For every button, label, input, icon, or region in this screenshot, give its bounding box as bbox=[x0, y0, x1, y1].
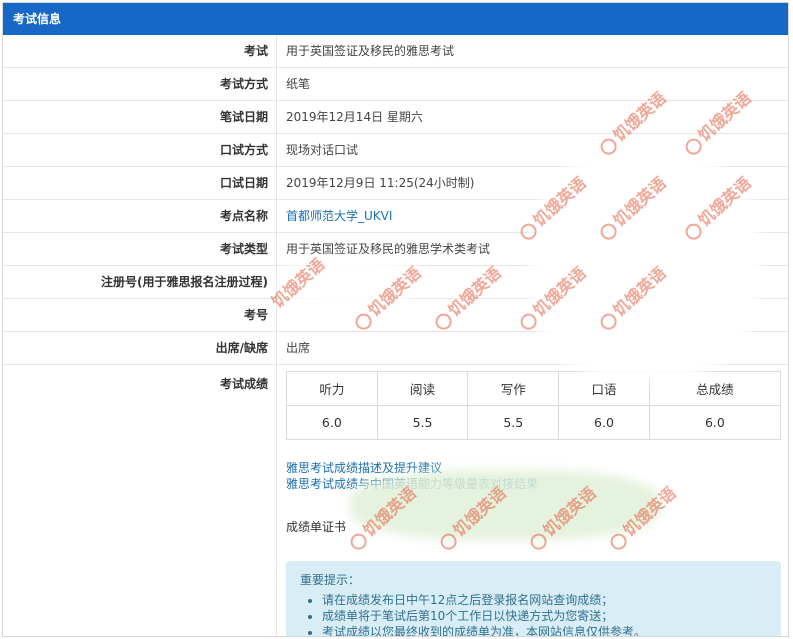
notice-item: 成绩单将于笔试后第10个工作日以快递方式为您寄送； bbox=[322, 608, 767, 624]
row-registration-number: 注册号(用于雅思报名注册过程) bbox=[3, 266, 788, 299]
row-value: 2019年12月14日 星期六 bbox=[286, 110, 423, 124]
row-value: 首都师范大学_UKVI bbox=[277, 200, 788, 232]
score-table-header: 听力 阅读 写作 口语 总成绩 bbox=[286, 371, 782, 406]
score-description-link[interactable]: 雅思考试成绩描述及提升建议 bbox=[286, 460, 788, 476]
row-test-center: 考点名称 首都师范大学_UKVI bbox=[3, 200, 788, 233]
row-attendance: 出席/缺席 出席 bbox=[3, 332, 788, 365]
row-label: 口试日期 bbox=[3, 167, 277, 199]
row-speaking-method: 口试方式 现场对话口试 bbox=[3, 134, 788, 167]
score-header-reading: 阅读 bbox=[376, 371, 469, 406]
test-center-link[interactable]: 首都师范大学_UKVI bbox=[286, 209, 392, 223]
row-label: 考点名称 bbox=[3, 200, 277, 232]
row-value: 2019年12月9日 11:25(24小时制) bbox=[286, 176, 475, 190]
important-notice: 重要提示： 请在成绩发布日中午12点之后登录报名网站查询成绩； 成绩单将于笔试后… bbox=[286, 561, 781, 636]
row-value: 纸笔 bbox=[286, 77, 311, 91]
score-header-speaking: 口语 bbox=[558, 371, 650, 406]
exam-info-panel: 考试信息 考试 用于英国签证及移民的雅思考试 考试方式 纸笔 笔试日期 2019… bbox=[2, 2, 789, 637]
score-links: 雅思考试成绩描述及提升建议 雅思考试成绩与中国英语能力等级量表对接结果 bbox=[286, 460, 788, 492]
row-label: 考试方式 bbox=[3, 68, 277, 100]
row-exam: 考试 用于英国签证及移民的雅思考试 bbox=[3, 35, 788, 68]
notice-title: 重要提示： bbox=[300, 573, 361, 587]
row-label: 考试 bbox=[3, 35, 277, 67]
score-writing: 5.5 bbox=[467, 405, 560, 440]
row-value: 现场对话口试 bbox=[286, 143, 359, 157]
row-value: 出席 bbox=[286, 341, 311, 355]
row-exam-type: 考试类型 用于英国签证及移民的雅思学术类考试 bbox=[3, 233, 788, 266]
score-listening: 6.0 bbox=[286, 405, 378, 440]
notice-item: 请在成绩发布日中午12点之后登录报名网站查询成绩； bbox=[322, 592, 767, 608]
score-overall: 6.0 bbox=[648, 405, 782, 440]
row-scores: 考试成绩 听力 阅读 写作 口语 总成绩 6.0 5.5 5.5 6.0 6.0 bbox=[3, 365, 788, 636]
panel-title: 考试信息 bbox=[3, 3, 788, 35]
notice-list: 请在成绩发布日中午12点之后登录报名网站查询成绩； 成绩单将于笔试后第10个工作… bbox=[300, 592, 767, 636]
row-written-date: 笔试日期 2019年12月14日 星期六 bbox=[3, 101, 788, 134]
row-label: 笔试日期 bbox=[3, 101, 277, 133]
row-value bbox=[277, 266, 788, 298]
row-label: 出席/缺席 bbox=[3, 332, 277, 364]
score-table-values: 6.0 5.5 5.5 6.0 6.0 bbox=[286, 405, 782, 440]
row-label: 口试方式 bbox=[3, 134, 277, 166]
row-value: 用于英国签证及移民的雅思考试 bbox=[286, 44, 455, 58]
row-exam-method: 考试方式 纸笔 bbox=[3, 68, 788, 101]
row-label: 考号 bbox=[3, 299, 277, 331]
scores-content: 听力 阅读 写作 口语 总成绩 6.0 5.5 5.5 6.0 6.0 雅思考试… bbox=[277, 365, 788, 636]
score-speaking: 6.0 bbox=[558, 405, 650, 440]
row-speaking-date: 口试日期 2019年12月9日 11:25(24小时制) bbox=[3, 167, 788, 200]
notice-item: 考试成绩以您最终收到的成绩单为准，本网站信息仅供参考。 bbox=[322, 624, 767, 636]
score-reading: 5.5 bbox=[376, 405, 469, 440]
score-header-writing: 写作 bbox=[467, 371, 560, 406]
row-label: 考试成绩 bbox=[3, 365, 277, 636]
score-header-overall: 总成绩 bbox=[648, 371, 782, 406]
cse-alignment-link[interactable]: 雅思考试成绩与中国英语能力等级量表对接结果 bbox=[286, 476, 788, 492]
row-label: 注册号(用于雅思报名注册过程) bbox=[3, 266, 277, 298]
row-label: 考试类型 bbox=[3, 233, 277, 265]
row-value bbox=[277, 299, 788, 331]
certificate-label: 成绩单证书 bbox=[286, 520, 347, 534]
score-header-listening: 听力 bbox=[286, 371, 378, 406]
row-candidate-number: 考号 bbox=[3, 299, 788, 332]
score-table: 听力 阅读 写作 口语 总成绩 6.0 5.5 5.5 6.0 6.0 bbox=[286, 371, 782, 440]
row-value: 用于英国签证及移民的雅思学术类考试 bbox=[286, 242, 491, 256]
